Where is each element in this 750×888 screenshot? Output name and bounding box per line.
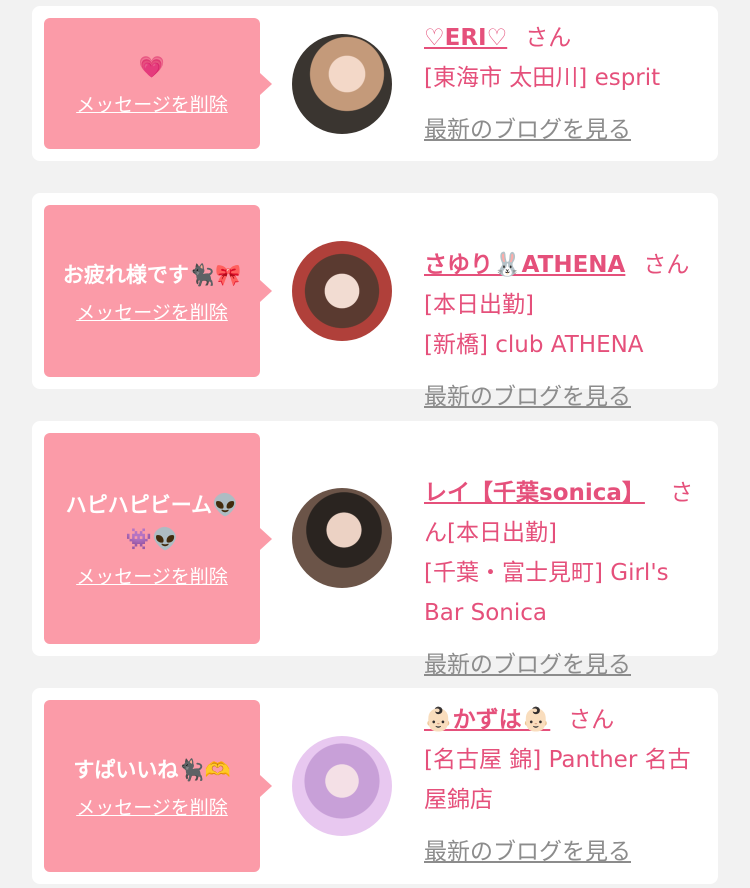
latest-blog-link[interactable]: 最新のブログを見る bbox=[424, 110, 704, 150]
profile-info: 👶🏻かずは👶🏻 さん [名古屋 錦] Panther 名古屋錦店 最新のブログを見… bbox=[424, 700, 704, 872]
message-text: すぱいいね🐈‍⬛🫶 bbox=[73, 757, 231, 782]
message-card: 💗 メッセージを削除 ♡ERI♡ さん [東海市 太田川] esprit 最新のブ… bbox=[32, 6, 718, 161]
avatar[interactable] bbox=[292, 736, 392, 836]
message-card: すぱいいね🐈‍⬛🫶 メッセージを削除 👶🏻かずは👶🏻 さん [名古屋 錦] Pan… bbox=[32, 688, 718, 884]
delete-message-link[interactable]: メッセージを削除 bbox=[76, 562, 228, 589]
profile-details: [東海市 太田川] esprit bbox=[424, 65, 661, 91]
profile-info: ♡ERI♡ さん [東海市 太田川] esprit 最新のブログを見る bbox=[424, 18, 704, 150]
message-bubble: ハピハピビーム👽👾👽 メッセージを削除 bbox=[44, 433, 272, 644]
message-text: お疲れ様です🐈‍⬛🎀 bbox=[62, 262, 242, 287]
avatar[interactable] bbox=[292, 488, 392, 588]
message-card: お疲れ様です🐈‍⬛🎀 メッセージを削除 さゆり🐰ATHENA さん [本日出勤] [… bbox=[32, 193, 718, 410]
avatar[interactable] bbox=[292, 34, 392, 134]
honorific: さん bbox=[643, 252, 690, 278]
delete-message-link[interactable]: メッセージを削除 bbox=[76, 793, 228, 820]
delete-message-link[interactable]: メッセージを削除 bbox=[76, 298, 228, 325]
profile-details: [本日出勤] [新橋] club ATHENA bbox=[424, 292, 644, 358]
message-bubble: すぱいいね🐈‍⬛🫶 メッセージを削除 bbox=[44, 700, 272, 872]
profile-name-link[interactable]: さゆり🐰ATHENA bbox=[424, 252, 625, 278]
honorific: さん bbox=[525, 25, 572, 51]
profile-name-link[interactable]: レイ【千葉sonica】 bbox=[424, 480, 645, 506]
latest-blog-link[interactable]: 最新のブログを見る bbox=[424, 377, 704, 417]
profile-details: [本日出勤] [千葉・富士見町] Girl's Bar Sonica bbox=[424, 520, 669, 626]
message-text: 💗 bbox=[138, 55, 166, 79]
delete-message-link[interactable]: メッセージを削除 bbox=[76, 90, 228, 117]
latest-blog-link[interactable]: 最新のブログを見る bbox=[424, 645, 704, 685]
profile-name-link[interactable]: 👶🏻かずは👶🏻 bbox=[424, 707, 550, 733]
latest-blog-link[interactable]: 最新のブログを見る bbox=[424, 832, 704, 872]
message-card: ハピハピビーム👽👾👽 メッセージを削除 レイ【千葉sonica】 さん[本日出勤… bbox=[32, 421, 718, 678]
honorific: さん bbox=[568, 707, 615, 733]
message-bubble: 💗 メッセージを削除 bbox=[44, 18, 272, 149]
message-text: ハピハピビーム👽👾👽 bbox=[65, 493, 239, 551]
message-bubble: お疲れ様です🐈‍⬛🎀 メッセージを削除 bbox=[44, 205, 272, 377]
profile-details: [名古屋 錦] Panther 名古屋錦店 bbox=[424, 747, 691, 813]
profile-info: さゆり🐰ATHENA さん [本日出勤] [新橋] club ATHENA 最新のブ… bbox=[424, 205, 704, 457]
profile-info: レイ【千葉sonica】 さん[本日出勤] [千葉・富士見町] Girl's B… bbox=[424, 433, 704, 725]
avatar[interactable] bbox=[292, 241, 392, 341]
profile-name-link[interactable]: ♡ERI♡ bbox=[424, 25, 507, 51]
